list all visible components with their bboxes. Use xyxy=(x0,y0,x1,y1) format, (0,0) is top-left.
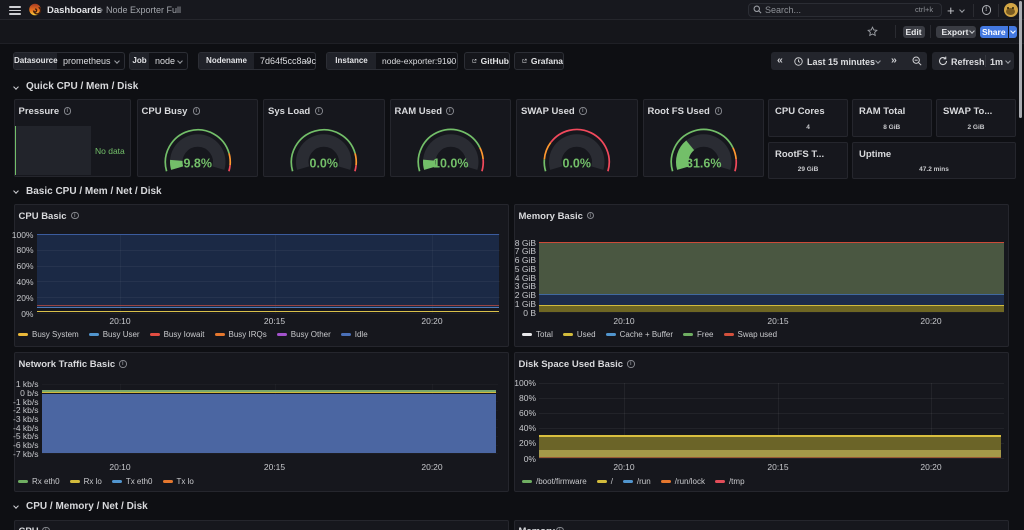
svg-text:10.0%: 10.0% xyxy=(433,156,468,170)
svg-text:0.0%: 0.0% xyxy=(563,156,592,170)
svg-text:0.0%: 0.0% xyxy=(310,156,339,170)
svg-text:9.8%: 9.8% xyxy=(183,156,212,170)
svg-text:31.6%: 31.6% xyxy=(686,156,721,170)
